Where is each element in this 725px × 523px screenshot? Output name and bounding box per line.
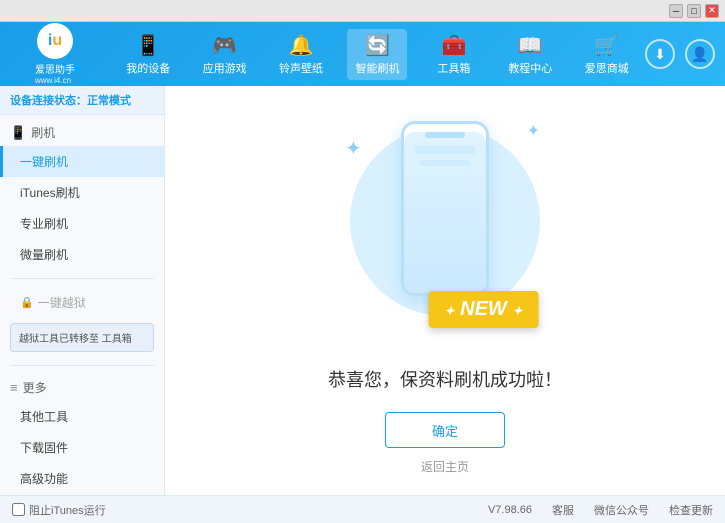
tutorials-icon: 📖: [518, 33, 543, 58]
more-section-icon: ≡: [10, 380, 18, 395]
sidebar-divider-1: [10, 278, 154, 279]
nav-my-device[interactable]: 📱 我的设备: [118, 29, 178, 80]
header-right: ⬇ 👤: [645, 39, 715, 69]
logo[interactable]: iu 爱思助手 www.i4.cn: [10, 23, 100, 85]
sidebar-item-micro-flash[interactable]: 微量刷机: [0, 239, 164, 270]
more-section: ≡ 更多 其他工具 下载固件 高级功能: [0, 370, 164, 495]
download-button[interactable]: ⬇: [645, 39, 675, 69]
check-update-link[interactable]: 检查更新: [669, 502, 713, 518]
nav-store-label: 爱思商城: [585, 60, 629, 76]
phone-notch: [425, 132, 465, 138]
jailbreak-label: 一键越狱: [38, 294, 86, 311]
logo-icon: iu: [37, 23, 73, 59]
nav-items: 📱 我的设备 🎮 应用游戏 🔔 铃声壁纸 🔄 智能刷机 🧰 工具箱 📖 教程中心…: [110, 29, 645, 80]
success-text: 恭喜您，保资料刷机成功啦！: [328, 366, 562, 392]
sidebar-item-one-key-flash[interactable]: 一键刷机: [0, 146, 164, 177]
minimize-button[interactable]: ─: [669, 4, 683, 18]
sparkle-right: ✦: [527, 121, 540, 141]
nav-my-device-label: 我的设备: [126, 60, 170, 76]
main-area: 设备连接状态：正常模式 📱 刷机 一键刷机 iTunes刷机 专业刷机 微量刷机: [0, 86, 725, 495]
wechat-link[interactable]: 微信公众号: [594, 502, 649, 518]
nav-tutorials[interactable]: 📖 教程中心: [500, 29, 560, 80]
flash-section-header: 📱 刷机: [0, 119, 164, 146]
maximize-button[interactable]: □: [687, 4, 701, 18]
phone-line2: [420, 160, 470, 166]
nav-toolbox-label: 工具箱: [437, 60, 470, 76]
back-link[interactable]: 返回主页: [421, 458, 469, 475]
jailbreak-info-text: 越狱工具已转移至 工具箱: [19, 334, 132, 345]
sidebar-divider-2: [10, 365, 154, 366]
nav-smart-flash[interactable]: 🔄 智能刷机: [347, 29, 407, 80]
title-bar: ─ □ ✕: [0, 0, 725, 22]
nav-apps-games-label: 应用游戏: [203, 60, 247, 76]
content-area: ✦ ✦ ✦ NEW ✦ 恭喜您，保资料刷机成功啦！ 确定 返回主页: [165, 86, 725, 495]
footer-left: 阻止iTunes运行: [12, 502, 106, 518]
illustration-container: ✦ ✦ ✦ NEW ✦: [335, 106, 555, 356]
nav-smart-flash-label: 智能刷机: [355, 60, 399, 76]
toolbox-icon: 🧰: [441, 33, 466, 58]
my-device-icon: 📱: [136, 33, 161, 58]
nav-ringtones[interactable]: 🔔 铃声壁纸: [271, 29, 331, 80]
store-icon: 🛒: [594, 33, 619, 58]
jailbreak-info-box: 越狱工具已转移至 工具箱: [10, 323, 154, 352]
customer-service-link[interactable]: 客服: [552, 502, 574, 518]
nav-store[interactable]: 🛒 爱思商城: [577, 29, 637, 80]
more-section-header: ≡ 更多: [0, 374, 164, 401]
user-button[interactable]: 👤: [685, 39, 715, 69]
new-badge: ✦ NEW ✦: [429, 291, 539, 328]
ringtones-icon: 🔔: [289, 33, 314, 58]
stop-itunes-label: 阻止iTunes运行: [29, 502, 106, 518]
smart-flash-icon: 🔄: [365, 33, 390, 58]
close-button[interactable]: ✕: [705, 4, 719, 18]
confirm-button[interactable]: 确定: [385, 412, 505, 448]
apps-games-icon: 🎮: [212, 33, 237, 58]
sidebar-item-itunes-flash[interactable]: iTunes刷机: [0, 177, 164, 208]
title-bar-controls: ─ □ ✕: [669, 4, 719, 18]
nav-tutorials-label: 教程中心: [508, 60, 552, 76]
phone-body: [401, 121, 489, 296]
sidebar-item-download-firmware[interactable]: 下载固件: [0, 432, 164, 463]
logo-text: 爱思助手 www.i4.cn: [35, 61, 75, 85]
phone-line1: [415, 146, 475, 154]
flash-section-label: 刷机: [31, 124, 55, 141]
sparkle-left: ✦: [345, 136, 362, 161]
new-badge-star-left: ✦: [445, 304, 455, 318]
nav-apps-games[interactable]: 🎮 应用游戏: [195, 29, 255, 80]
footer: 阻止iTunes运行 V7.98.66 客服 微信公众号 检查更新: [0, 495, 725, 523]
more-section-label: 更多: [23, 379, 47, 396]
new-badge-text: NEW: [460, 298, 507, 320]
nav-ringtones-label: 铃声壁纸: [279, 60, 323, 76]
header: iu 爱思助手 www.i4.cn 📱 我的设备 🎮 应用游戏 🔔 铃声壁纸 🔄…: [0, 22, 725, 86]
sidebar-item-advanced[interactable]: 高级功能: [0, 463, 164, 494]
flash-section-icon: 📱: [10, 125, 26, 141]
lock-icon: 🔒: [20, 296, 34, 309]
version-text: V7.98.66: [488, 504, 532, 516]
sidebar-item-other-tools[interactable]: 其他工具: [0, 401, 164, 432]
jailbreak-section: 🔒 一键越狱 越狱工具已转移至 工具箱: [0, 283, 164, 361]
footer-right: V7.98.66 客服 微信公众号 检查更新: [488, 502, 713, 518]
nav-toolbox[interactable]: 🧰 工具箱: [424, 29, 484, 80]
new-badge-star-right: ✦: [512, 304, 522, 318]
sidebar-item-pro-flash[interactable]: 专业刷机: [0, 208, 164, 239]
sidebar: 设备连接状态：正常模式 📱 刷机 一键刷机 iTunes刷机 专业刷机 微量刷机: [0, 86, 165, 495]
stop-itunes-checkbox[interactable]: [12, 503, 25, 516]
flash-section: 📱 刷机 一键刷机 iTunes刷机 专业刷机 微量刷机: [0, 115, 164, 274]
device-status: 设备连接状态：正常模式: [0, 86, 164, 115]
phone-screen: [404, 132, 486, 296]
device-status-value: 正常模式: [87, 95, 131, 107]
jailbreak-section-header: 🔒 一键越狱: [0, 287, 164, 318]
